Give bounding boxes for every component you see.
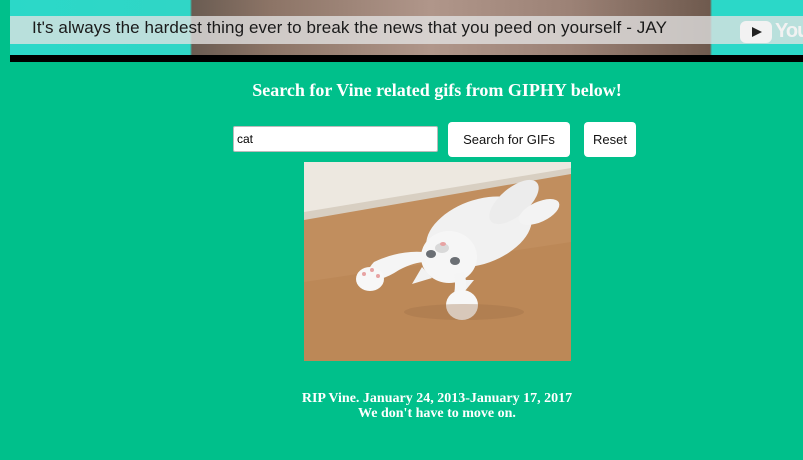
search-gifs-button[interactable]: Search for GIFs (448, 122, 570, 157)
search-input[interactable] (233, 126, 438, 152)
youtube-wordmark: You (775, 20, 803, 42)
youtube-logo[interactable]: You (740, 20, 803, 43)
kitten-illustration (304, 162, 571, 361)
gif-result-image (304, 162, 571, 361)
youtube-video-player[interactable]: It's always the hardest thing ever to br… (10, 0, 803, 62)
video-caption: It's always the hardest thing ever to br… (32, 18, 668, 37)
footer-line-rip: RIP Vine. January 24, 2013-January 17, 2… (301, 391, 573, 406)
page-heading: Search for Vine related gifs from GIPHY … (252, 80, 622, 100)
youtube-logo-icon (740, 20, 772, 43)
page: It's always the hardest thing ever to br… (0, 0, 803, 460)
footer-message: RIP Vine. January 24, 2013-January 17, 2… (0, 391, 803, 421)
reset-button[interactable]: Reset (584, 122, 636, 157)
footer-line-move-on: We don't have to move on. (358, 406, 516, 421)
